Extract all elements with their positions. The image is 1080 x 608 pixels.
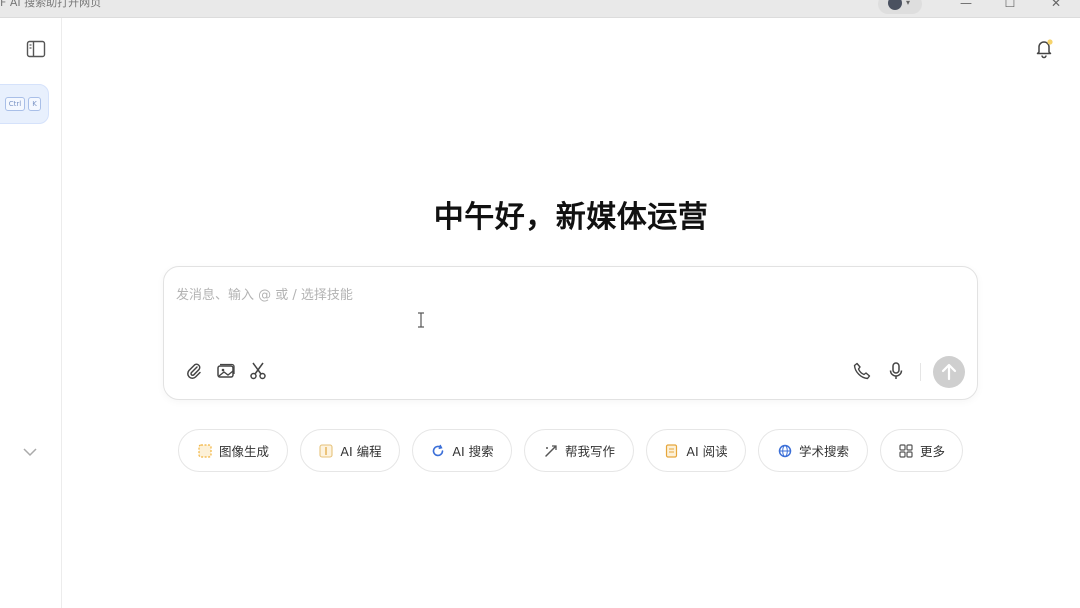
maximize-button[interactable]: ☐ bbox=[1000, 0, 1020, 12]
chevron-down-icon[interactable] bbox=[22, 446, 38, 458]
sidebar: Ctrl K bbox=[0, 18, 62, 608]
shortcut-ctrl-key: Ctrl bbox=[5, 97, 25, 111]
text-cursor-icon bbox=[418, 312, 424, 328]
sidebar-panel-icon[interactable] bbox=[26, 40, 46, 58]
chip-label: AI 阅读 bbox=[686, 444, 728, 459]
grid-more-icon bbox=[899, 443, 913, 458]
send-arrow-icon bbox=[941, 363, 957, 381]
message-composer bbox=[163, 266, 978, 400]
window-title: F AI 搜索助打开网页 bbox=[0, 0, 102, 9]
chip-ai-reading[interactable]: AI 阅读 bbox=[646, 429, 746, 472]
greeting-title: 中午好，新媒体运营 bbox=[433, 200, 709, 235]
search-shortcut-pill[interactable]: Ctrl K bbox=[0, 84, 49, 124]
chip-label: AI 编程 bbox=[340, 444, 382, 459]
toolbar-divider bbox=[920, 363, 921, 381]
image-icon[interactable] bbox=[216, 361, 236, 381]
chip-label: 更多 bbox=[919, 444, 945, 459]
chip-help-write[interactable]: 帮我写作 bbox=[524, 429, 634, 472]
phone-icon[interactable] bbox=[852, 361, 872, 381]
message-input[interactable] bbox=[176, 283, 876, 307]
account-avatar[interactable]: ▾ bbox=[878, 0, 922, 14]
chip-label: 学术搜索 bbox=[798, 444, 849, 459]
bell-icon[interactable] bbox=[1033, 37, 1055, 59]
chip-more[interactable]: 更多 bbox=[880, 429, 963, 472]
chip-label: 图像生成 bbox=[218, 444, 269, 459]
minimize-button[interactable]: — bbox=[956, 0, 976, 12]
paperclip-icon[interactable] bbox=[184, 361, 204, 381]
chip-ai-coding[interactable]: AI 编程 bbox=[300, 429, 400, 472]
chip-label: 帮我写作 bbox=[564, 444, 615, 459]
reading-icon bbox=[666, 443, 678, 458]
chip-label: AI 搜索 bbox=[452, 444, 494, 459]
close-window-button[interactable]: ✕ bbox=[1046, 0, 1066, 12]
code-icon bbox=[319, 443, 333, 458]
chip-academic-search[interactable]: 学术搜索 bbox=[758, 429, 868, 472]
scissors-icon[interactable] bbox=[248, 361, 268, 381]
send-button[interactable] bbox=[933, 356, 965, 388]
image-gen-icon bbox=[198, 443, 212, 458]
chip-ai-search[interactable]: AI 搜索 bbox=[412, 429, 512, 472]
avatar-icon bbox=[888, 0, 902, 10]
microphone-icon[interactable] bbox=[886, 361, 906, 381]
window-titlebar: F AI 搜索助打开网页 ▾ — ☐ ✕ bbox=[0, 0, 1080, 18]
search-refresh-icon bbox=[433, 444, 444, 456]
pen-icon bbox=[545, 444, 557, 457]
globe-icon bbox=[778, 444, 792, 457]
shortcut-k-key: K bbox=[28, 97, 41, 111]
chip-image-generation[interactable]: 图像生成 bbox=[178, 429, 288, 472]
caret-down-icon: ▾ bbox=[906, 0, 911, 7]
